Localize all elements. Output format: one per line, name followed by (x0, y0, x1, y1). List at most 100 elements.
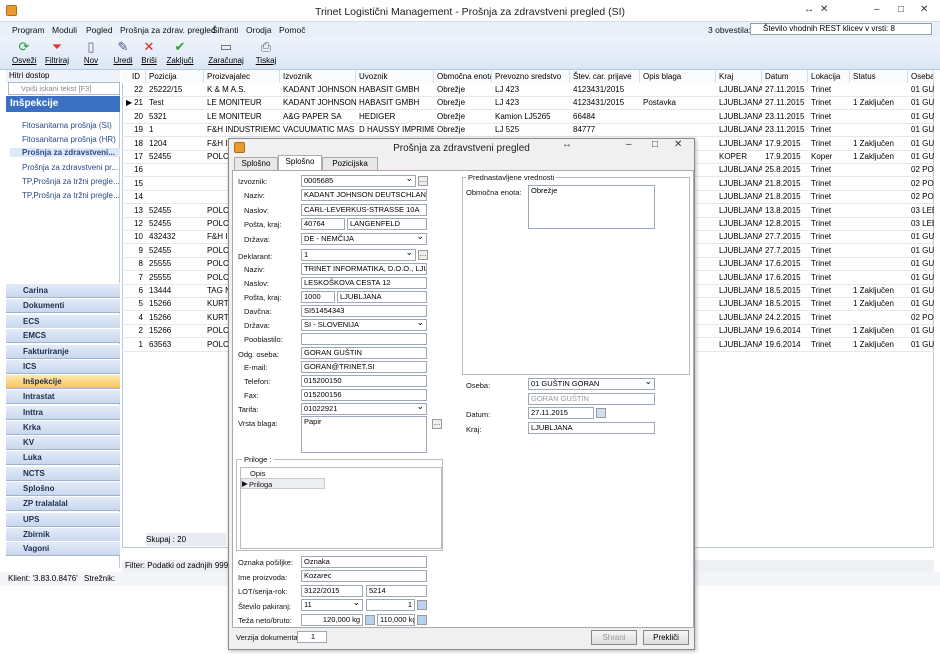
menu-program[interactable]: Program (12, 25, 45, 35)
minimize-icon[interactable]: – (874, 4, 880, 15)
module-12[interactable]: NCTS (6, 466, 120, 481)
link-fito-si[interactable]: Fitosanitarna prošnja (SI) (22, 121, 112, 130)
table-cell[interactable]: 25222/15 (146, 83, 204, 96)
table-cell[interactable]: 23.11.2015 (762, 123, 808, 136)
table-cell[interactable]: 16 (122, 163, 146, 176)
table-cell[interactable]: Trinet (808, 177, 850, 190)
column-header[interactable]: Štev. car. prijave (570, 70, 640, 83)
link-zdravstveni-2[interactable]: Prošnja za zdravstveni pr... (22, 163, 118, 172)
table-cell[interactable]: 52455 (146, 150, 204, 163)
oznaka-field[interactable]: Oznaka (301, 556, 427, 568)
table-cell[interactable]: 24.2.2015 (762, 311, 808, 324)
table-cell[interactable]: 8 (122, 257, 146, 270)
table-cell[interactable]: Trinet (808, 204, 850, 217)
table-cell[interactable]: HABASIT GMBH (356, 96, 434, 109)
table-cell[interactable]: LJUBLJANA (716, 324, 762, 337)
table-cell[interactable]: 02 POD (908, 177, 934, 190)
fax-field[interactable]: 015200156 (301, 389, 427, 401)
module-14[interactable]: ZP tralalalal opsssssssss... (6, 496, 120, 522)
link-zdravstveni-selected[interactable]: Prošnja za zdravstveni... (10, 148, 120, 157)
table-cell[interactable]: 1 Zaključen (850, 297, 908, 310)
table-cell[interactable] (850, 110, 908, 123)
vrsta-blaga-browse-button[interactable]: … (432, 419, 442, 429)
table-cell[interactable] (850, 230, 908, 243)
module-15[interactable]: UPS (6, 512, 120, 527)
odg-oseba-field[interactable]: GORAN GUŠTIN (301, 347, 427, 359)
table-cell[interactable]: 01 GUŠ (908, 123, 934, 136)
table-cell[interactable]: D HAUSSY IMPRIME (356, 123, 434, 136)
close-out-button[interactable]: ✔ Zaključi (166, 39, 194, 66)
save-button[interactable]: Shrani (591, 630, 637, 645)
table-cell[interactable]: 17.9.2015 (762, 137, 808, 150)
table-cell[interactable]: Postavka (640, 96, 716, 109)
table-cell[interactable] (640, 123, 716, 136)
table-cell[interactable]: 6 (122, 284, 146, 297)
module-3[interactable]: EMCS (6, 328, 120, 343)
column-header[interactable]: Kraj (716, 70, 762, 83)
table-cell[interactable]: 23.11.2015 (762, 110, 808, 123)
vrsta-blaga-field[interactable]: Papir (301, 416, 427, 453)
table-cell[interactable]: 66484 (570, 110, 640, 123)
table-cell[interactable]: 21.8.2015 (762, 190, 808, 203)
deklarant-posta-field[interactable]: 1000 (301, 291, 335, 303)
module-17[interactable]: Vagoni (6, 541, 120, 556)
menu-pogled[interactable]: Pogled (86, 25, 112, 35)
calc-icon[interactable] (417, 600, 427, 610)
column-header[interactable]: Opis blaga (640, 70, 716, 83)
stevilo-select[interactable]: 11 (301, 599, 363, 611)
table-cell[interactable] (850, 190, 908, 203)
table-cell[interactable]: 01 GUŠ (908, 137, 934, 150)
module-7[interactable]: Intrastat (6, 389, 120, 404)
datum-field[interactable]: 27.11.2015 (528, 407, 594, 419)
table-cell[interactable]: 14 (122, 190, 146, 203)
table-cell[interactable]: 5 (122, 297, 146, 310)
table-cell[interactable] (640, 83, 716, 96)
obmocna-enota-field[interactable]: Obrežje (528, 185, 655, 229)
table-cell[interactable]: 27.7.2015 (762, 230, 808, 243)
verzija-stepper[interactable]: 1 (297, 631, 327, 643)
izvoznik-kraj-field[interactable]: LANGENFELD (347, 218, 427, 230)
menu-moduli[interactable]: Moduli (52, 25, 77, 35)
table-cell[interactable]: LJUBLJANA (716, 96, 762, 109)
table-cell[interactable]: LJUBLJANA (716, 137, 762, 150)
table-cell[interactable] (146, 177, 204, 190)
telefon-field[interactable]: 015200150 (301, 375, 427, 387)
izvoznik-drzava-select[interactable]: DE - NEMČIJA (301, 233, 427, 245)
tarifa-select[interactable]: 01022921 (301, 403, 427, 415)
table-cell[interactable]: Test (146, 96, 204, 109)
table-cell[interactable]: Trinet (808, 217, 850, 230)
table-cell[interactable]: 27.7.2015 (762, 244, 808, 257)
table-cell[interactable]: 13.8.2015 (762, 204, 808, 217)
table-cell[interactable]: LJ 423 (492, 83, 570, 96)
table-cell[interactable]: 18.5.2015 (762, 297, 808, 310)
table-cell[interactable]: 15266 (146, 324, 204, 337)
table-cell[interactable]: 18 (122, 137, 146, 150)
table-cell[interactable]: 2 (122, 324, 146, 337)
invoice-button[interactable]: ▭ Zaračunaj (208, 39, 244, 66)
module-4[interactable]: Fakturiranje (6, 344, 120, 359)
table-cell[interactable]: LJUBLJANA (716, 190, 762, 203)
table-cell[interactable]: 1 Zaključen (850, 150, 908, 163)
table-cell[interactable]: Obrežje (434, 110, 492, 123)
column-header[interactable]: Lokacija (808, 70, 850, 83)
table-cell[interactable]: 19.6.2014 (762, 338, 808, 351)
maximize-icon[interactable]: □ (898, 4, 904, 15)
table-cell[interactable]: 12.8.2015 (762, 217, 808, 230)
table-cell[interactable]: KADANT JOHNSON (280, 96, 356, 109)
table-cell[interactable]: 1 Zaključen (850, 284, 908, 297)
dialog-maximize-icon[interactable]: □ (652, 139, 658, 150)
table-cell[interactable]: Trinet (808, 311, 850, 324)
table-cell[interactable]: 01 GUŠ (908, 284, 934, 297)
module-6[interactable]: Inšpekcije (6, 374, 120, 389)
table-cell[interactable]: 15266 (146, 297, 204, 310)
izvoznik-naziv-field[interactable]: KADANT JOHNSON DEUTSCHLAND G (301, 189, 427, 201)
table-cell[interactable]: Trinet (808, 244, 850, 257)
delete-button[interactable]: ✕ Briši (140, 39, 158, 66)
table-cell[interactable] (850, 311, 908, 324)
izvoznik-select[interactable]: 0005685 (301, 175, 416, 187)
table-cell[interactable]: 01 GUŠ (908, 324, 934, 337)
table-cell[interactable]: 18.5.2015 (762, 284, 808, 297)
pooblastilo-field[interactable] (301, 333, 427, 345)
table-cell[interactable]: LJUBLJANA (716, 257, 762, 270)
table-cell[interactable]: 63563 (146, 338, 204, 351)
